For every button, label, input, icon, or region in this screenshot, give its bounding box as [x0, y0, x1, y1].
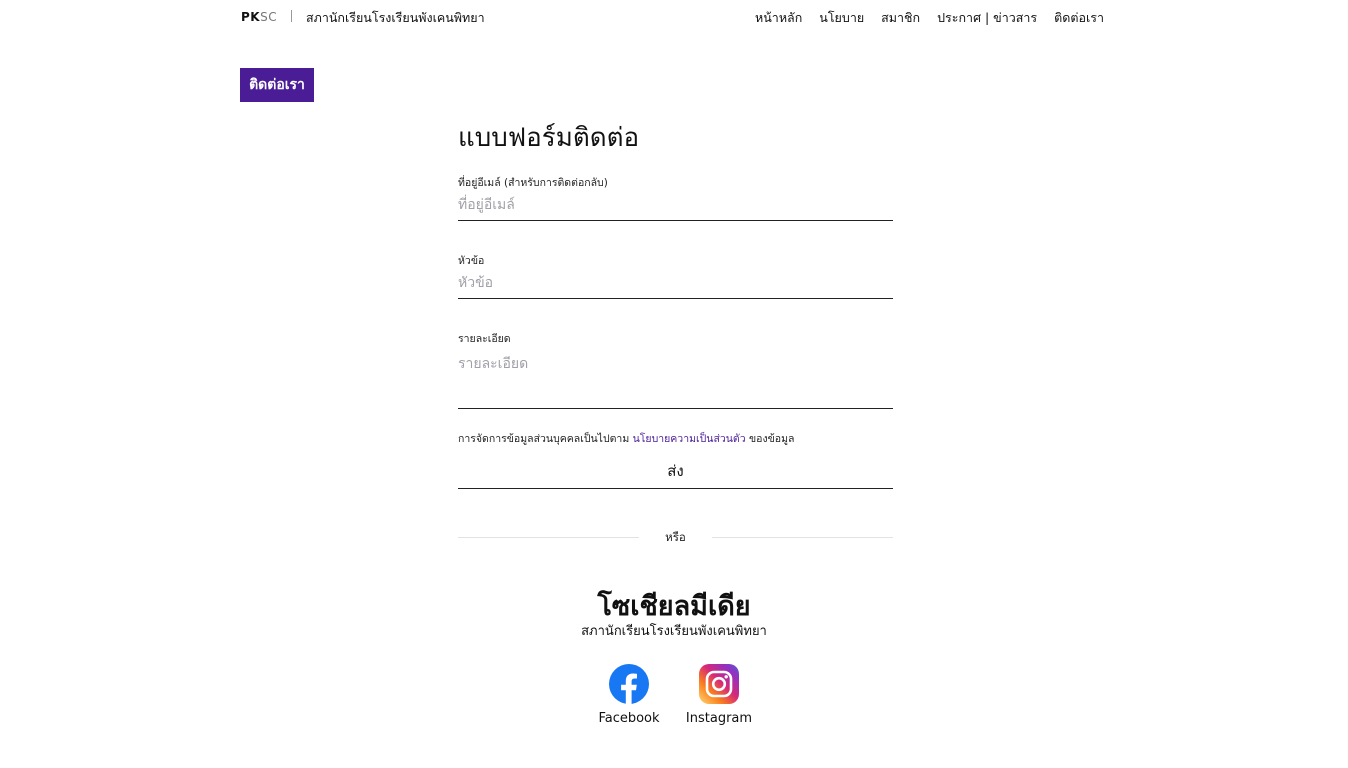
- nav-news[interactable]: ประกาศ | ข่าวสาร: [937, 8, 1037, 28]
- social-subtitle: สภานักเรียนโรงเรียนพังเคนพิทยา: [581, 624, 767, 639]
- nav-policy[interactable]: นโยบาย: [819, 8, 864, 28]
- instagram-icon: [699, 664, 739, 704]
- details-field-group: รายละเอียด: [458, 330, 893, 409]
- nav-home[interactable]: หน้าหลัก: [755, 8, 802, 28]
- subject-field-group: หัวข้อ: [458, 252, 893, 299]
- facebook-icon: [609, 664, 649, 704]
- email-field-group: ที่อยู่อีเมล์ (สำหรับการติดต่อกลับ): [458, 174, 893, 221]
- header-divider: [291, 10, 292, 22]
- or-text: หรือ: [665, 530, 686, 544]
- nav-members[interactable]: สมาชิก: [881, 8, 920, 28]
- submit-button[interactable]: ส่ง: [458, 453, 893, 489]
- instagram-label: Instagram: [685, 711, 753, 726]
- contact-tag: ติดต่อเรา: [240, 68, 314, 102]
- privacy-prefix: การจัดการข้อมูลส่วนบุคคลเป็นไปตาม: [458, 433, 630, 445]
- privacy-suffix: ของข้อมูล: [749, 433, 795, 445]
- contact-form: แบบฟอร์มติดต่อ ที่อยู่อีเมล์ (สำหรับการต…: [458, 112, 893, 544]
- subject-input[interactable]: [458, 269, 893, 299]
- details-label: รายละเอียด: [458, 333, 511, 345]
- form-title: แบบฟอร์มติดต่อ: [458, 123, 640, 153]
- privacy-policy-link[interactable]: นโยบายความเป็นส่วนตัว: [633, 433, 746, 445]
- email-input[interactable]: [458, 191, 893, 221]
- subject-label: หัวข้อ: [458, 255, 485, 267]
- site-name: สภานักเรียนโรงเรียนพังเคนพิทยา: [306, 10, 485, 25]
- logo-rest: SC: [260, 10, 278, 24]
- or-divider: หรือ: [458, 529, 893, 545]
- facebook-label: Facebook: [598, 711, 660, 726]
- top-header: PKSC สภานักเรียนโรงเรียนพังเคนพิทยา หน้า…: [0, 0, 1348, 34]
- divider-line-right: [712, 537, 893, 538]
- page: PKSC สภานักเรียนโรงเรียนพังเคนพิทยา หน้า…: [0, 0, 1348, 768]
- privacy-note: การจัดการข้อมูลส่วนบุคคลเป็นไปตาม นโยบาย…: [458, 430, 794, 447]
- logo-bold: PK: [241, 10, 261, 24]
- email-label: ที่อยู่อีเมล์ (สำหรับการติดต่อกลับ): [458, 177, 608, 189]
- site-logo[interactable]: PKSC: [241, 10, 277, 24]
- nav-contact[interactable]: ติดต่อเรา: [1054, 8, 1104, 28]
- details-textarea[interactable]: [458, 347, 893, 409]
- instagram-link[interactable]: Instagram: [679, 664, 759, 726]
- main-nav: หน้าหลัก นโยบาย สมาชิก ประกาศ | ข่าวสาร …: [755, 8, 1104, 28]
- facebook-link[interactable]: Facebook: [589, 664, 669, 726]
